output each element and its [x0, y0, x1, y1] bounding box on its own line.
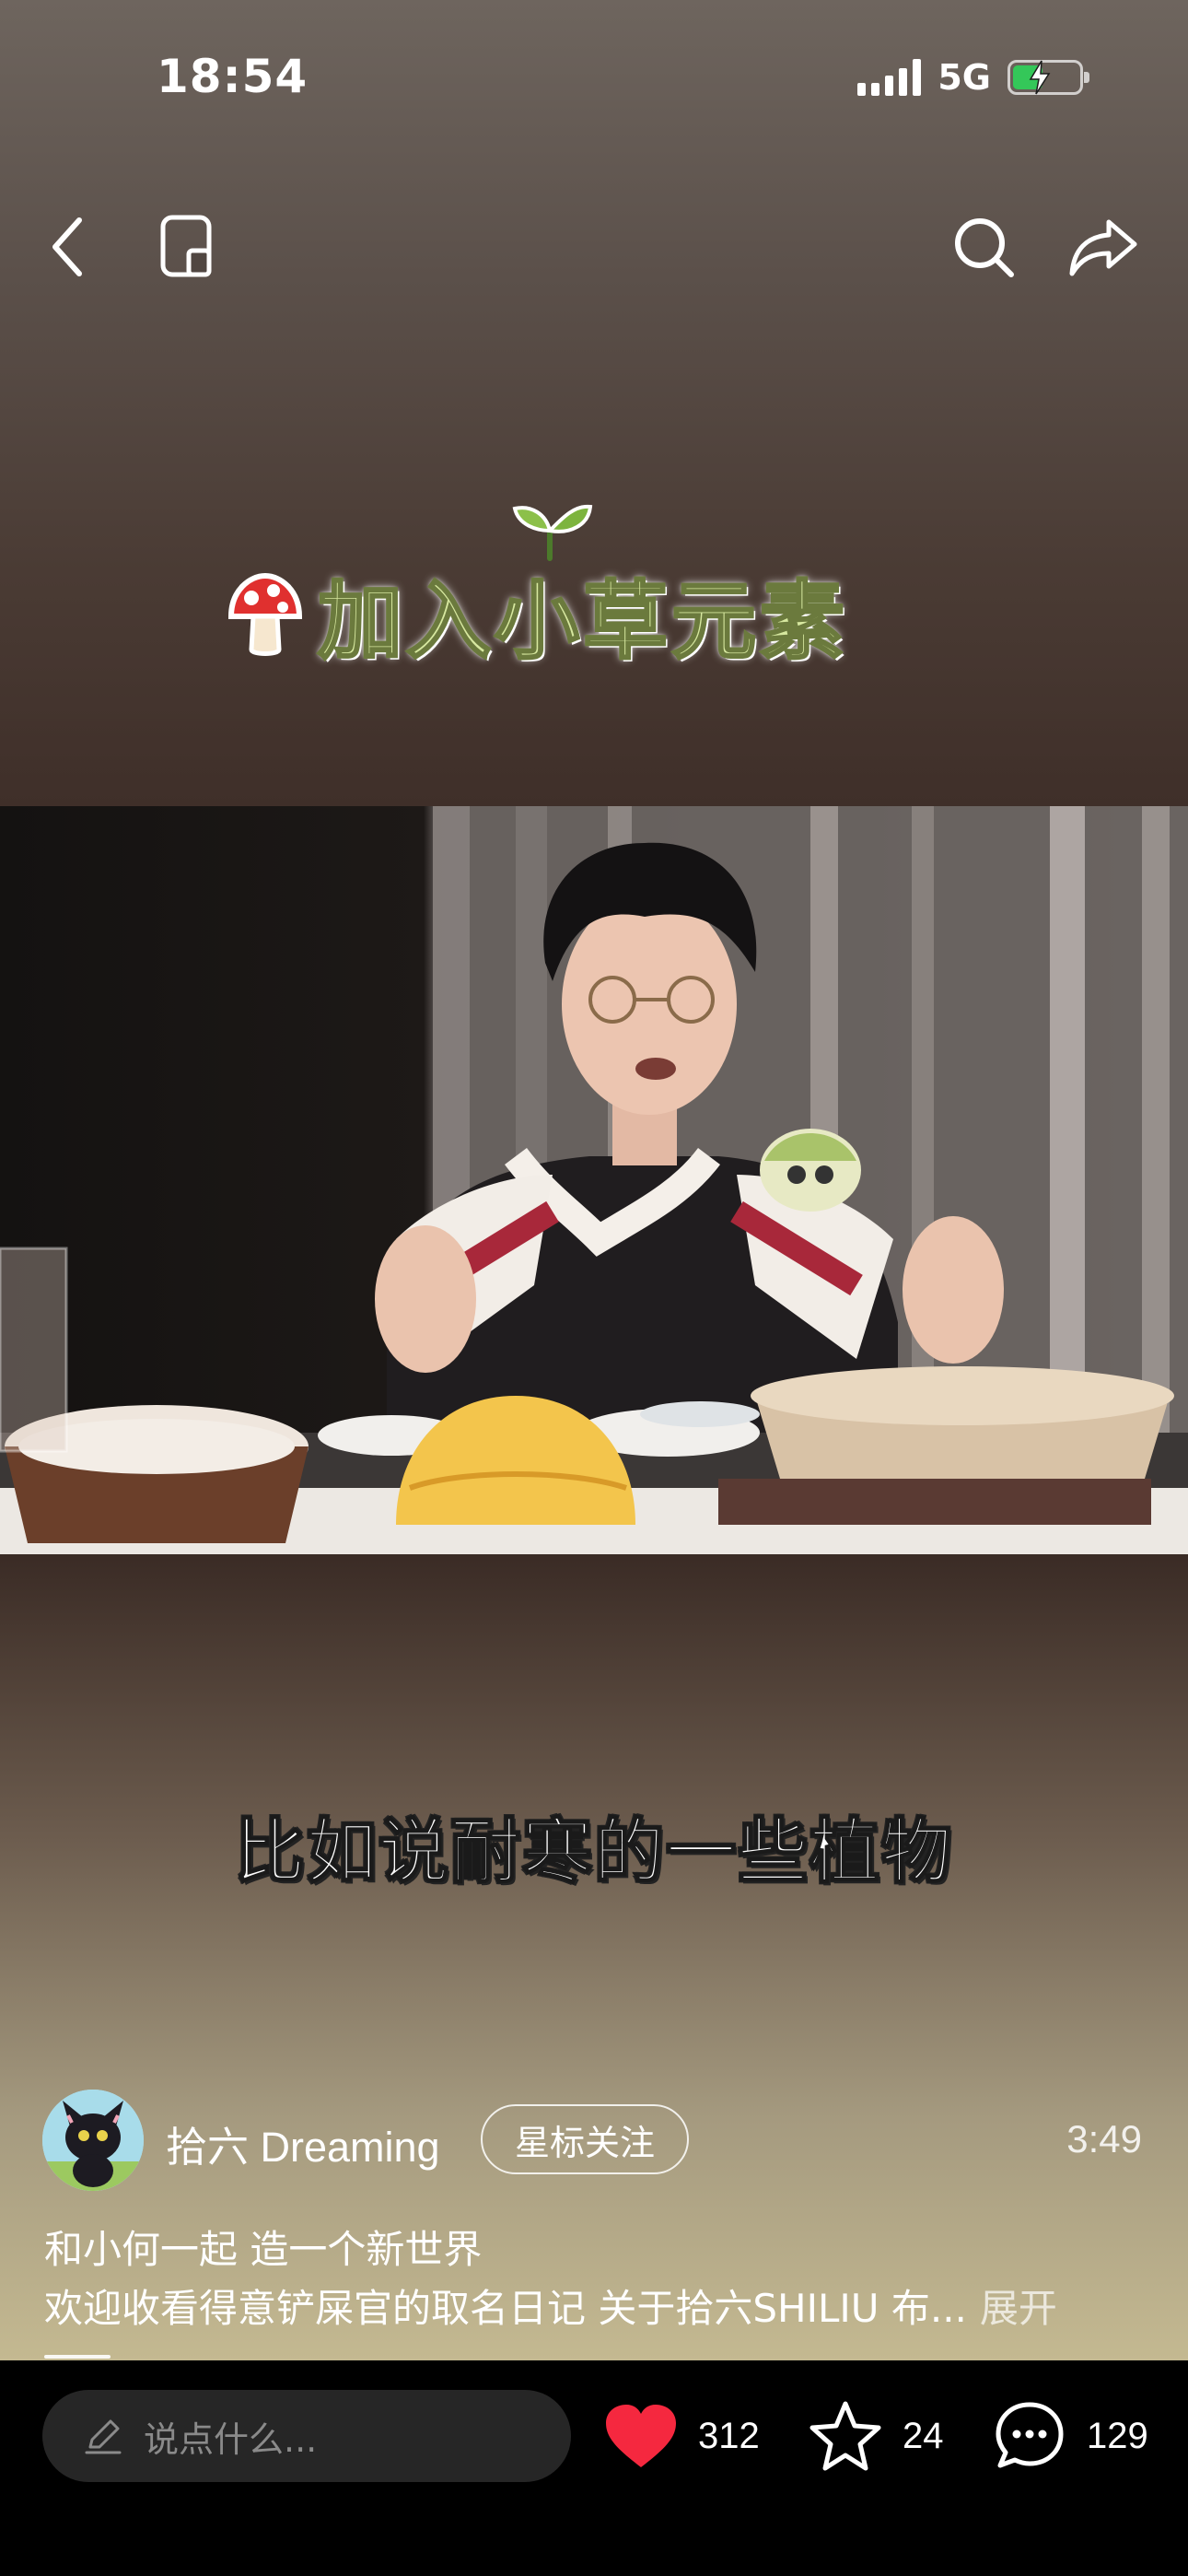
video-player-screen: 18:54 5G 加入小草元素 比如说耐寒的一些植物 拾六 Dreaming 星… — [0, 0, 1188, 2576]
cat-avatar-image — [42, 2090, 144, 2191]
mini-window-icon — [160, 215, 212, 277]
sticker-caption: 加入小草元素 — [226, 504, 849, 675]
like-count: 312 — [698, 2415, 760, 2456]
chevron-left-icon — [52, 217, 82, 276]
video-duration: 3:49 — [1066, 2117, 1142, 2160]
sticker-text: 加入小草元素 — [316, 571, 849, 673]
share-button[interactable] — [1066, 210, 1140, 284]
description-text[interactable]: 欢迎收看得意铲屎官的取名日记 关于拾六SHILIU 布... 展开 — [44, 2277, 1057, 2334]
author-avatar[interactable] — [42, 2090, 144, 2191]
comment-input[interactable]: 说点什么... — [42, 2390, 571, 2482]
comments-button[interactable]: 129 — [993, 2397, 1148, 2475]
like-button[interactable]: 312 — [604, 2397, 760, 2475]
video-frame[interactable] — [0, 806, 1188, 1554]
author-name[interactable]: 拾六 Dreaming — [166, 2113, 440, 2173]
search-icon — [955, 218, 1014, 277]
mini-window-button[interactable] — [151, 210, 225, 284]
favorite-count: 24 — [903, 2415, 944, 2456]
expand-link[interactable]: 展开 — [980, 2286, 1057, 2331]
sprout-icon — [512, 504, 593, 561]
network-label: 5G — [938, 57, 991, 98]
star-icon — [809, 2401, 881, 2471]
mushroom-icon — [227, 572, 303, 656]
video-progress-bar[interactable] — [44, 2355, 111, 2359]
description-body: 欢迎收看得意铲屎官的取名日记 关于拾六SHILIU 布... — [44, 2286, 967, 2331]
signal-icon — [857, 59, 922, 96]
battery-icon — [1007, 60, 1089, 95]
video-scene — [0, 806, 1188, 1554]
follow-button[interactable]: 星标关注 — [481, 2104, 689, 2174]
comment-bubble-icon — [996, 2402, 1064, 2468]
status-indicators: 5G — [857, 57, 1089, 98]
pencil-icon — [85, 2419, 122, 2454]
description-title: 和小何一起 造一个新世界 — [44, 2227, 483, 2272]
share-icon — [1069, 219, 1137, 276]
comment-placeholder: 说点什么... — [144, 2418, 318, 2460]
search-button[interactable] — [947, 210, 1020, 284]
video-subtitle: 比如说耐寒的一些植物 — [234, 1809, 953, 1893]
back-button[interactable] — [31, 210, 105, 284]
favorite-button[interactable]: 24 — [809, 2397, 944, 2475]
comment-count: 129 — [1087, 2415, 1148, 2456]
heart-icon — [606, 2405, 676, 2467]
status-time: 18:54 — [157, 50, 309, 103]
